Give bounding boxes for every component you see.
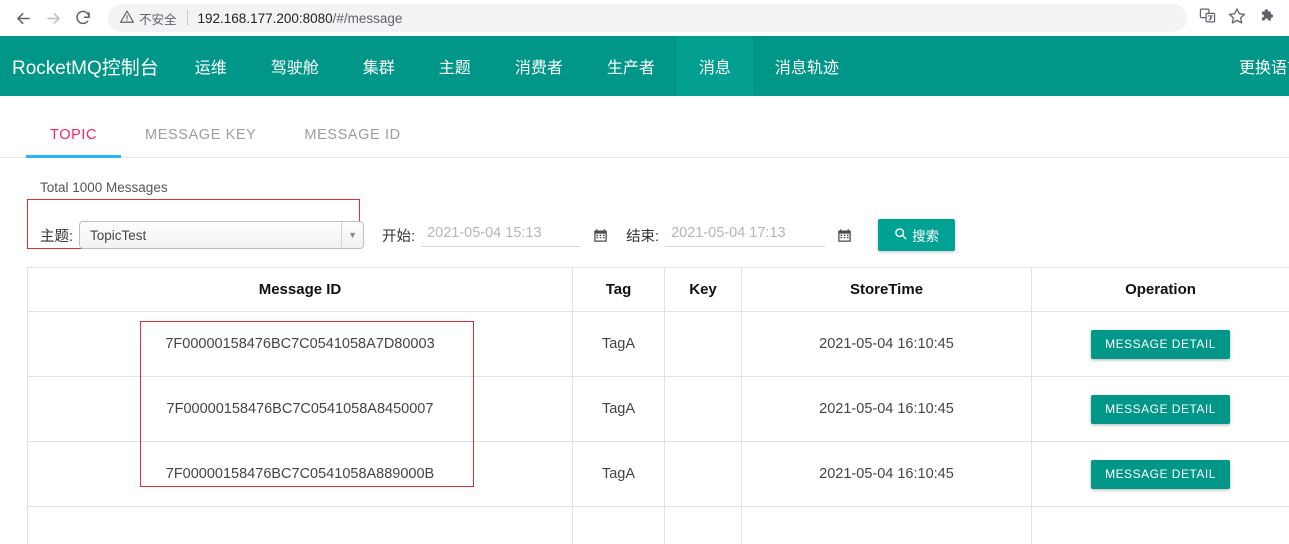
cell-storetime	[741, 506, 1032, 544]
nav-item-ops[interactable]: 运维	[173, 36, 249, 96]
translate-button[interactable]	[1193, 4, 1221, 32]
bookmark-button[interactable]	[1223, 4, 1251, 32]
nav-item-topic[interactable]: 主题	[417, 36, 493, 96]
search-button-label: 搜索	[912, 229, 940, 244]
message-detail-button[interactable]: MESSAGE DETAIL	[1091, 394, 1230, 424]
chevron-down-icon: ▼	[341, 222, 363, 248]
browser-action-buttons	[1193, 4, 1281, 32]
total-messages-label: Total 1000 Messages	[40, 180, 168, 195]
cell-tag: TagA	[572, 311, 665, 377]
forward-button[interactable]	[38, 3, 68, 33]
search-button[interactable]: 搜索	[878, 219, 956, 251]
cell-message-id: 7F00000158476BC7C0541058A8450007	[27, 376, 573, 442]
topic-label: 主题:	[40, 228, 74, 245]
browser-toolbar: 不安全 192.168.177.200:8080/#/message	[0, 0, 1289, 36]
back-button[interactable]	[8, 3, 38, 33]
table-row: 7F00000158476BC7C0541058A7D80003 TagA 20…	[27, 311, 1289, 377]
omnibox-divider	[186, 10, 188, 26]
reload-button[interactable]	[68, 3, 98, 33]
start-date-input[interactable]	[421, 223, 582, 247]
puzzle-piece-icon	[1258, 7, 1276, 30]
cell-storetime: 2021-05-04 16:10:45	[741, 376, 1032, 442]
calendar-icon[interactable]	[837, 228, 852, 243]
column-header-tag[interactable]: Tag	[572, 267, 665, 312]
cell-key	[664, 376, 742, 442]
app-brand[interactable]: RocketMQ控制台	[0, 36, 173, 96]
topic-select-value: TopicTest	[90, 227, 147, 243]
start-date-field: 开始:	[382, 223, 608, 247]
message-detail-button[interactable]: MESSAGE DETAIL	[1091, 459, 1230, 489]
tab-topic[interactable]: TOPIC	[26, 127, 122, 158]
cell-key	[664, 441, 742, 507]
topic-select[interactable]: TopicTest ▼	[79, 221, 365, 249]
url-text: 192.168.177.200:8080/#/message	[198, 11, 403, 26]
end-date-field: 结束:	[626, 223, 852, 247]
nav-item-message-trace[interactable]: 消息轨迹	[753, 36, 861, 96]
cell-tag: TagA	[572, 376, 665, 442]
cell-storetime: 2021-05-04 16:10:45	[741, 311, 1032, 377]
warning-triangle-icon	[120, 10, 134, 27]
column-header-key[interactable]: Key	[664, 267, 742, 312]
tab-message-id[interactable]: MESSAGE ID	[280, 127, 424, 157]
start-label: 开始:	[382, 228, 416, 245]
messages-table-container: Message ID Tag Key StoreTime Operation 7…	[27, 267, 1289, 544]
column-header-message-id[interactable]: Message ID	[27, 267, 573, 312]
table-row: 7F00000158476BC7C0541058A889000B TagA 20…	[27, 441, 1289, 507]
url-host: 192.168.177.200:8080	[197, 10, 333, 26]
cell-operation: MESSAGE DETAIL	[1031, 441, 1289, 507]
nav-item-consumer[interactable]: 消费者	[493, 36, 585, 96]
messages-table: Message ID Tag Key StoreTime Operation 7…	[27, 267, 1289, 544]
search-mode-tabs: TOPIC MESSAGE KEY MESSAGE ID	[0, 96, 1289, 158]
end-label: 结束:	[626, 228, 660, 245]
nav-item-message[interactable]: 消息	[676, 36, 753, 96]
cell-tag	[572, 506, 665, 544]
nav-items: 运维 驾驶舱 集群 主题 消费者 生产者 消息 消息轨迹	[173, 36, 861, 96]
column-header-storetime[interactable]: StoreTime	[741, 267, 1032, 312]
back-arrow-icon	[14, 9, 33, 28]
nav-item-dashboard[interactable]: 驾驶舱	[249, 36, 341, 96]
table-head: Message ID Tag Key StoreTime Operation	[27, 267, 1289, 312]
nav-item-cluster[interactable]: 集群	[341, 36, 417, 96]
table-body: 7F00000158476BC7C0541058A7D80003 TagA 20…	[27, 311, 1289, 544]
reload-icon	[74, 9, 92, 27]
nav-item-producer[interactable]: 生产者	[585, 36, 677, 96]
table-row	[27, 506, 1289, 544]
security-label: 不安全	[139, 12, 177, 27]
cell-operation	[1031, 506, 1289, 544]
end-date-input[interactable]	[665, 223, 826, 247]
table-row: 7F00000158476BC7C0541058A8450007 TagA 20…	[27, 376, 1289, 442]
cell-operation: MESSAGE DETAIL	[1031, 311, 1289, 377]
calendar-icon[interactable]	[593, 228, 608, 243]
cell-message-id	[27, 506, 573, 544]
filter-bar: 主题: TopicTest ▼ 开始: 结束: 搜索	[0, 195, 1289, 257]
table-header-row: Message ID Tag Key StoreTime Operation	[27, 267, 1289, 312]
extensions-button[interactable]	[1253, 4, 1281, 32]
app-navbar: RocketMQ控制台 运维 驾驶舱 集群 主题 消费者 生产者 消息 消息轨迹…	[0, 36, 1289, 96]
cell-key	[664, 506, 742, 544]
cell-key	[664, 311, 742, 377]
forward-arrow-icon	[44, 9, 63, 28]
cell-operation: MESSAGE DETAIL	[1031, 376, 1289, 442]
page-content: TOPIC MESSAGE KEY MESSAGE ID Total 1000 …	[0, 96, 1289, 544]
translate-icon	[1199, 7, 1216, 29]
language-switch[interactable]: 更换语言	[1239, 36, 1289, 96]
column-header-operation[interactable]: Operation	[1031, 267, 1289, 312]
cell-tag: TagA	[572, 441, 665, 507]
search-icon	[894, 227, 907, 243]
tab-message-key[interactable]: MESSAGE KEY	[121, 127, 280, 157]
cell-storetime: 2021-05-04 16:10:45	[741, 441, 1032, 507]
cell-message-id: 7F00000158476BC7C0541058A7D80003	[27, 311, 573, 377]
url-path: /#/message	[332, 10, 403, 26]
security-indicator[interactable]: 不安全	[120, 9, 177, 28]
star-icon	[1228, 7, 1246, 30]
message-detail-button[interactable]: MESSAGE DETAIL	[1091, 329, 1230, 359]
cell-message-id: 7F00000158476BC7C0541058A889000B	[27, 441, 573, 507]
address-bar[interactable]: 不安全 192.168.177.200:8080/#/message	[108, 4, 1187, 32]
